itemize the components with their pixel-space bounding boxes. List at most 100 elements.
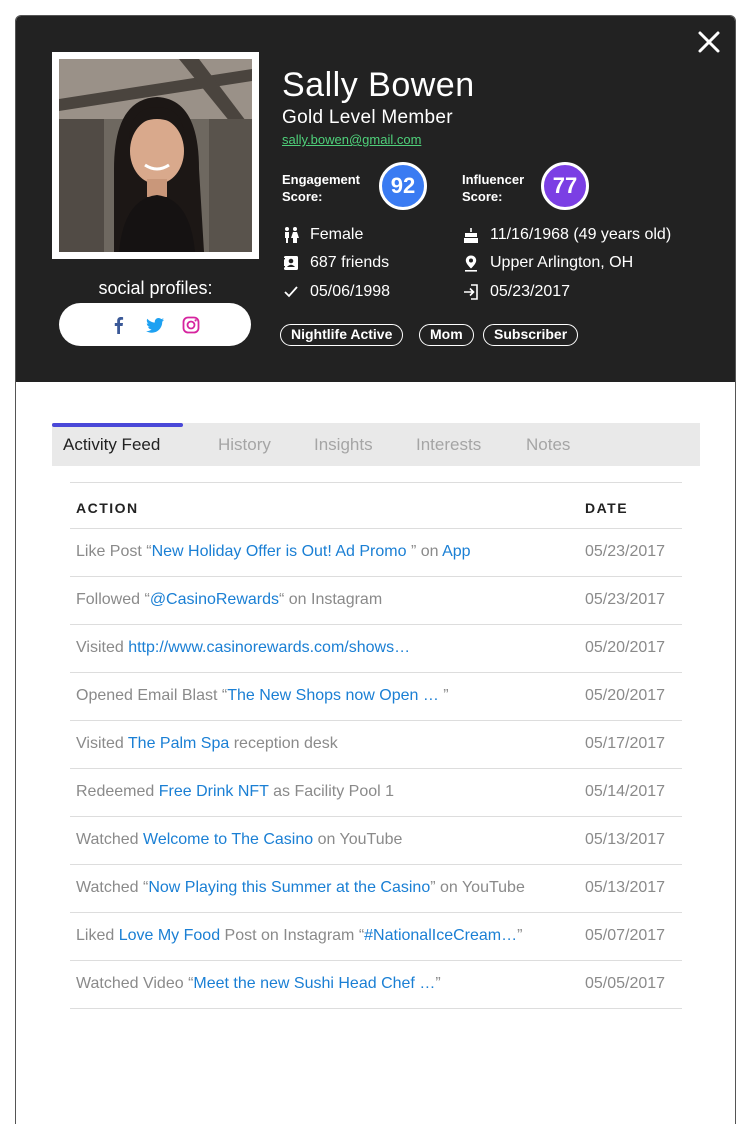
activity-text: Watched Video “ bbox=[76, 975, 194, 992]
active-tab-indicator bbox=[52, 423, 183, 427]
activity-date: 05/17/2017 bbox=[585, 735, 666, 752]
activity-text: Visited bbox=[76, 639, 129, 656]
activity-date: 05/23/2017 bbox=[585, 591, 666, 608]
activity-link[interactable]: http://www.casinorewards.com/shows… bbox=[128, 639, 410, 656]
friends-value: 687 friends bbox=[310, 254, 390, 271]
profile-email-link[interactable]: sally.bowen@gmail.com bbox=[282, 132, 421, 147]
engagement-label-line1: Engagement bbox=[282, 172, 361, 187]
activity-link[interactable]: Meet the new Sushi Head Chef … bbox=[193, 975, 435, 992]
social-profiles-pill bbox=[59, 303, 251, 346]
tag-subscriber[interactable]: Subscriber bbox=[483, 324, 579, 346]
activity-date: 05/20/2017 bbox=[585, 639, 666, 656]
cake-icon bbox=[462, 226, 480, 244]
activity-text: ” bbox=[435, 975, 441, 992]
check-icon bbox=[282, 283, 300, 301]
engagement-label-line2: Score: bbox=[282, 189, 323, 204]
influencer-score-badge: 77 bbox=[541, 162, 589, 210]
table-row: Redeemed Free Drink NFT as Facility Pool… bbox=[70, 769, 682, 817]
table-row: Visited The Palm Spa reception desk 05/17… bbox=[70, 721, 682, 769]
activity-action: Redeemed Free Drink NFT as Facility Pool… bbox=[76, 783, 394, 801]
table-row: Visited http://www.casinorewards.com/sho… bbox=[70, 625, 682, 673]
activity-text: Watched “ bbox=[76, 879, 149, 896]
activity-date: 05/13/2017 bbox=[585, 879, 666, 896]
activity-text: Post on Instagram “ bbox=[220, 927, 365, 944]
activity-text: Watched bbox=[76, 831, 143, 848]
activity-text: on YouTube bbox=[313, 831, 403, 848]
table-row: Watched Welcome to The Casino on YouTube… bbox=[70, 817, 682, 865]
activity-text: Liked bbox=[76, 927, 119, 944]
activity-text: ” on bbox=[410, 543, 443, 560]
member-since-detail: 05/06/1998 bbox=[282, 283, 390, 301]
activity-text: reception desk bbox=[229, 735, 338, 752]
table-row: Followed “@CasinoRewards“ on Instagram 05… bbox=[70, 577, 682, 625]
profile-tabs: Activity Feed History Insights Interests… bbox=[52, 423, 700, 466]
close-icon[interactable] bbox=[697, 28, 721, 56]
table-row: Watched Video “Meet the new Sushi Head C… bbox=[70, 961, 682, 1009]
engagement-score-badge: 92 bbox=[379, 162, 427, 210]
gender-value: Female bbox=[310, 226, 364, 243]
tab-insights[interactable]: Insights bbox=[314, 435, 373, 455]
activity-link[interactable]: App bbox=[442, 543, 470, 560]
tag-nightlife-active[interactable]: Nightlife Active bbox=[280, 324, 404, 346]
activity-action: Watched Video “Meet the new Sushi Head C… bbox=[76, 975, 441, 993]
birthday-detail: 11/16/1968 (49 years old) bbox=[462, 226, 671, 244]
login-icon bbox=[462, 283, 480, 301]
gender-icon bbox=[282, 226, 300, 244]
engagement-score-label: Engagement Score: bbox=[282, 171, 360, 205]
tag-mom[interactable]: Mom bbox=[419, 324, 474, 346]
tab-notes[interactable]: Notes bbox=[526, 435, 570, 455]
activity-link[interactable]: New Holiday Offer is Out! Ad Promo bbox=[152, 543, 411, 560]
table-row: Liked Love My Food Post on Instagram “#N… bbox=[70, 913, 682, 961]
activity-date: 05/07/2017 bbox=[585, 927, 666, 944]
activity-date: 05/23/2017 bbox=[585, 543, 666, 560]
influencer-label-line2: Score: bbox=[462, 189, 503, 204]
instagram-icon[interactable] bbox=[181, 315, 201, 335]
activity-text: Visited bbox=[76, 735, 128, 752]
activity-action: Liked Love My Food Post on Instagram “#N… bbox=[76, 927, 522, 945]
column-header-date: DATE bbox=[585, 500, 629, 516]
member-level: Gold Level Member bbox=[282, 107, 453, 128]
profile-card: social profiles: Sally Bowen Gold Level … bbox=[15, 15, 736, 1124]
location-pin-icon bbox=[462, 254, 480, 272]
activity-action: Visited http://www.casinorewards.com/sho… bbox=[76, 639, 410, 657]
activity-action: Like Post “New Holiday Offer is Out! Ad … bbox=[76, 543, 471, 561]
activity-date: 05/05/2017 bbox=[585, 975, 666, 992]
activity-link[interactable]: #NationalIceCream… bbox=[364, 927, 517, 944]
tab-interests[interactable]: Interests bbox=[416, 435, 481, 455]
tab-history[interactable]: History bbox=[218, 435, 271, 455]
activity-link[interactable]: Love My Food bbox=[119, 927, 220, 944]
table-row: Watched “Now Playing this Summer at the … bbox=[70, 865, 682, 913]
gender-detail: Female bbox=[282, 226, 363, 244]
twitter-icon[interactable] bbox=[145, 315, 165, 335]
last-login-value: 05/23/2017 bbox=[490, 283, 571, 300]
influencer-label-line1: Influencer bbox=[462, 172, 525, 187]
activity-text: Redeemed bbox=[76, 783, 159, 800]
activity-link[interactable]: Now Playing this Summer at the Casino bbox=[148, 879, 430, 896]
last-login-detail: 05/23/2017 bbox=[462, 283, 570, 301]
profile-photo-frame bbox=[52, 52, 259, 259]
profile-header: social profiles: Sally Bowen Gold Level … bbox=[16, 16, 735, 382]
influencer-score-label: Influencer Score: bbox=[462, 171, 524, 205]
table-row: Like Post “New Holiday Offer is Out! Ad … bbox=[70, 529, 682, 577]
profile-photo bbox=[59, 59, 252, 252]
activity-table: ACTION DATE Like Post “New Holiday Offer… bbox=[70, 482, 682, 1009]
activity-text: as Facility Pool 1 bbox=[268, 783, 395, 800]
activity-text: ” bbox=[517, 927, 523, 944]
activity-link[interactable]: @CasinoRewards bbox=[150, 591, 279, 608]
social-profiles-label: social profiles: bbox=[98, 278, 213, 298]
activity-action: Watched Welcome to The Casino on YouTube bbox=[76, 831, 402, 849]
tab-activity-feed[interactable]: Activity Feed bbox=[63, 435, 160, 455]
table-row: Opened Email Blast “The New Shops now Op… bbox=[70, 673, 682, 721]
facebook-icon[interactable] bbox=[109, 315, 129, 335]
activity-link[interactable]: Welcome to The Casino bbox=[143, 831, 313, 848]
activity-link[interactable]: The New Shops now Open … bbox=[227, 687, 443, 704]
member-since-value: 05/06/1998 bbox=[310, 283, 391, 300]
contacts-icon bbox=[282, 254, 300, 272]
location-value: Upper Arlington, OH bbox=[490, 254, 634, 271]
location-detail: Upper Arlington, OH bbox=[462, 254, 633, 272]
activity-text: Followed “ bbox=[76, 591, 150, 608]
activity-link[interactable]: The Palm Spa bbox=[128, 735, 229, 752]
activity-link[interactable]: Free Drink NFT bbox=[159, 783, 269, 800]
birthday-value: 11/16/1968 (49 years old) bbox=[490, 226, 672, 243]
activity-action: Opened Email Blast “The New Shops now Op… bbox=[76, 687, 449, 705]
